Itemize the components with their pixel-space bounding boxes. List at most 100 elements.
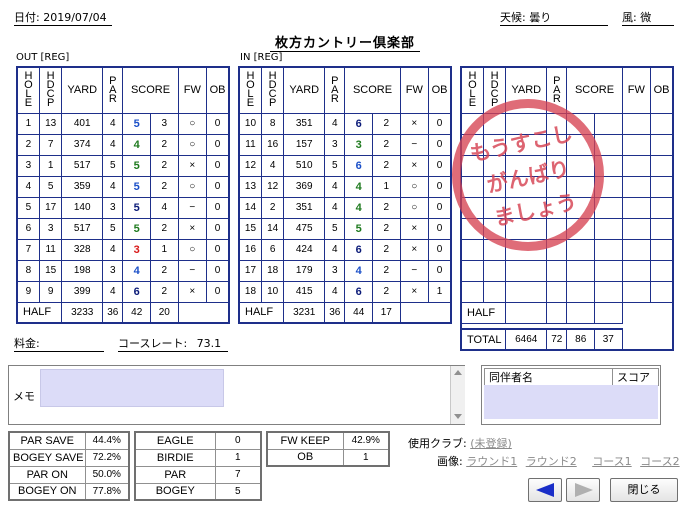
empty-cell <box>460 280 484 303</box>
fee-field: 料金: <box>14 335 104 352</box>
hole-number: 12 <box>238 154 262 177</box>
out-hdcp-header: HDCP <box>38 66 63 114</box>
empty-cell <box>621 133 652 156</box>
hole-putts: 2 <box>150 280 179 303</box>
wind-label: 風: <box>622 11 637 24</box>
memo-scrollbar[interactable] <box>450 366 465 424</box>
half-blank <box>400 302 451 323</box>
empty-cell <box>566 259 595 282</box>
empty-cell <box>594 301 623 324</box>
hole-score: 5 <box>122 154 151 177</box>
table-row: 18 10 415 4 6 2 × 1 <box>238 280 452 303</box>
hole-ob: 0 <box>206 280 230 303</box>
half-par: 36 <box>102 301 124 324</box>
table-row <box>460 280 674 303</box>
hole-ob: 0 <box>428 259 452 282</box>
companions-list[interactable] <box>484 385 658 419</box>
stat-value: 0 <box>214 431 262 450</box>
in-ob-header: OB <box>428 66 452 114</box>
table-row: 3 1 517 5 5 2 × 0 <box>16 154 230 177</box>
empty-cell <box>460 259 484 282</box>
hole-fw: × <box>399 112 430 135</box>
hole-putts: 4 <box>150 196 179 219</box>
stat-label: BIRDIE <box>134 448 216 467</box>
hole-score: 6 <box>344 238 373 261</box>
hole-putts: 2 <box>372 217 401 240</box>
hole-putts: 3 <box>150 112 179 135</box>
out-scorecard: H O L E H D C P YARD P A R SCORE FW OB 1 13 401 4 5 3 ○ 0 2 7 374… <box>16 66 230 324</box>
hole-hdcp: 11 <box>38 238 63 261</box>
hole-par: 4 <box>102 112 124 135</box>
stat-label: BOGEY ON <box>8 482 86 501</box>
hole-par: 4 <box>324 280 346 303</box>
memo-textarea[interactable] <box>40 369 224 407</box>
stat-row: OB 1 <box>266 448 390 467</box>
clubs-link[interactable]: (未登録) <box>470 437 512 450</box>
empty-cell <box>650 259 674 282</box>
hole-score: 5 <box>122 112 151 135</box>
table-row: 14 2 351 4 4 2 ○ 0 <box>238 196 452 219</box>
table-row: 13 12 369 4 4 1 ○ 0 <box>238 175 452 198</box>
half-score: 44 <box>344 301 373 324</box>
image-link-course1[interactable]: コース1 <box>592 455 631 468</box>
table-row: 2 7 374 4 4 2 ○ 0 <box>16 133 230 156</box>
stat-value: 1 <box>342 448 390 467</box>
stat-row: BIRDIE 1 <box>134 448 262 467</box>
hole-hdcp: 1 <box>38 154 63 177</box>
stat-label: BOGEY SAVE <box>8 448 86 467</box>
hole-yard: 369 <box>283 175 326 198</box>
empty-cell <box>594 280 623 303</box>
hole-ob: 0 <box>428 133 452 156</box>
empty-cell <box>460 238 484 261</box>
table-row <box>460 259 674 282</box>
hole-yard: 351 <box>283 112 326 135</box>
empty-cell <box>505 301 548 324</box>
image-link-course2[interactable]: コース2 <box>640 455 679 468</box>
hole-yard: 475 <box>283 217 326 240</box>
scroll-up-icon[interactable] <box>454 370 462 375</box>
in-header-row: H O L E H D C P YARD P A R SCORE FW OB <box>238 66 452 114</box>
out-half-row: HALF 3233 36 42 20 <box>16 301 229 324</box>
close-button[interactable]: 閉じる <box>610 478 678 502</box>
half-blank <box>622 302 673 323</box>
hole-fw: × <box>177 280 208 303</box>
hole-hdcp: 6 <box>260 238 285 261</box>
hole-number: 1 <box>16 112 40 135</box>
next-button[interactable] <box>566 478 600 502</box>
extra-fw-header: FW <box>621 66 652 114</box>
hole-number: 9 <box>16 280 40 303</box>
stat-label: EAGLE <box>134 431 216 450</box>
prev-button[interactable] <box>528 478 562 502</box>
hole-number: 8 <box>16 259 40 282</box>
companion-score-header: スコア <box>612 368 659 386</box>
hole-score: 5 <box>122 175 151 198</box>
hole-putts: 2 <box>372 154 401 177</box>
hole-ob: 0 <box>428 175 452 198</box>
companions-table[interactable]: 同伴者名 スコア <box>484 368 659 386</box>
hole-hdcp: 12 <box>260 175 285 198</box>
total-putt: 37 <box>594 328 623 351</box>
out-hole-header: HOLE <box>16 66 40 114</box>
hole-number: 4 <box>16 175 40 198</box>
hole-putts: 2 <box>372 133 401 156</box>
image-link-round1[interactable]: ラウンド1 <box>466 455 517 468</box>
extra-half-row: HALF <box>460 301 673 324</box>
hole-fw: ○ <box>177 133 208 156</box>
table-row: 16 6 424 4 6 2 × 0 <box>238 238 452 261</box>
hole-number: 16 <box>238 238 262 261</box>
date-label: 日付: <box>14 11 40 24</box>
scroll-down-icon[interactable] <box>454 414 462 419</box>
half-putts: 17 <box>372 301 401 324</box>
hole-putts: 2 <box>372 112 401 135</box>
empty-cell <box>621 280 652 303</box>
stat-row: BOGEY 5 <box>134 482 262 501</box>
stat-value: 7 <box>214 465 262 484</box>
hole-putts: 2 <box>150 154 179 177</box>
image-link-round2[interactable]: ラウンド2 <box>526 455 577 468</box>
stat-row: PAR ON 50.0% <box>8 465 130 484</box>
course-rate-field: コースレート: 73.1 <box>118 335 228 352</box>
hole-number: 3 <box>16 154 40 177</box>
half-label: HALF <box>238 301 285 324</box>
empty-cell <box>621 238 652 261</box>
half-score: 42 <box>122 301 151 324</box>
